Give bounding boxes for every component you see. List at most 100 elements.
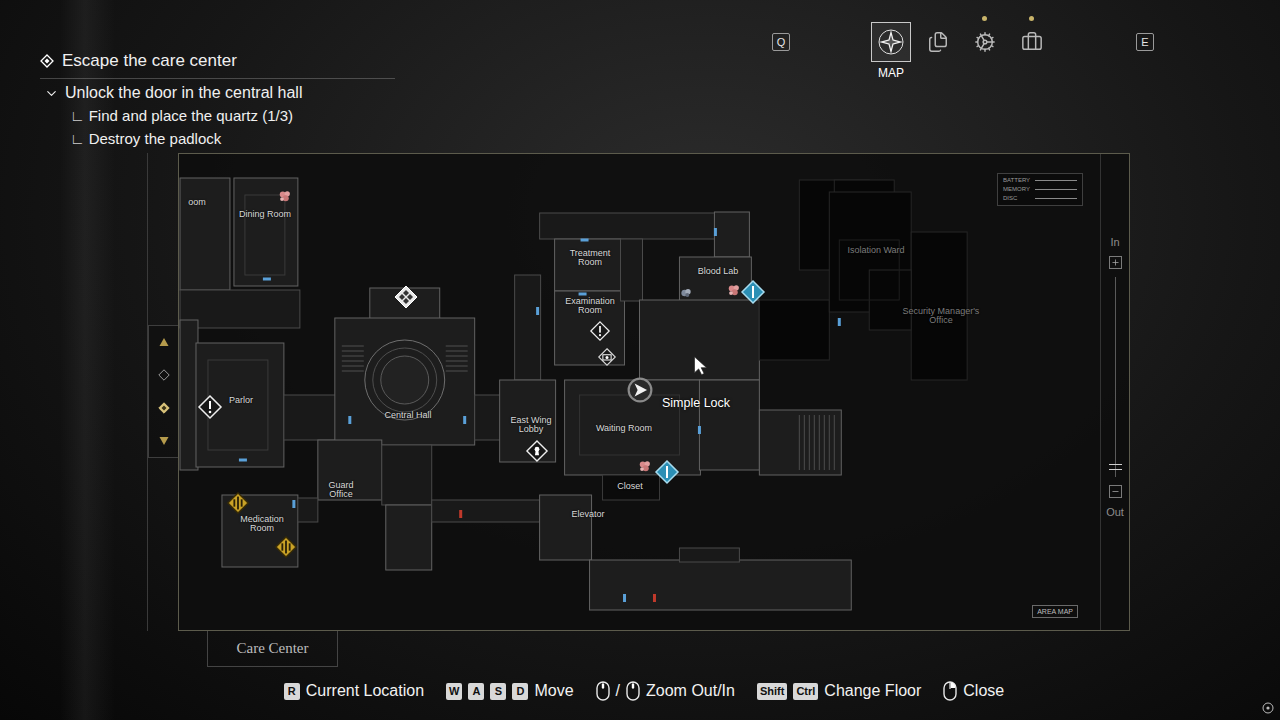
room-label: Waiting Room bbox=[596, 424, 652, 433]
control-hint: R Current Location bbox=[284, 682, 424, 700]
hazard-icon[interactable] bbox=[275, 536, 297, 558]
objective-title: Escape the care center bbox=[40, 50, 395, 79]
room-label: East Wing Lobby bbox=[509, 416, 553, 435]
door bbox=[536, 307, 539, 315]
control-hint: Shift Ctrl Change Floor bbox=[757, 682, 921, 700]
menu-tab[interactable] bbox=[965, 22, 1005, 80]
door bbox=[263, 278, 271, 281]
zoom-handle[interactable] bbox=[1109, 464, 1122, 470]
room-label: oom bbox=[188, 198, 206, 207]
notify-dot bbox=[982, 16, 987, 21]
room-label: Isolation Ward bbox=[847, 246, 904, 255]
room-label: Guard Office bbox=[323, 481, 359, 500]
zoom-slider[interactable] bbox=[1115, 277, 1116, 477]
door bbox=[463, 416, 466, 424]
plus-icon bbox=[1111, 258, 1120, 267]
room-label: Treatment Room bbox=[565, 249, 615, 268]
objective-icon[interactable] bbox=[741, 280, 765, 304]
alert-icon[interactable] bbox=[590, 321, 610, 341]
current-floor-icon bbox=[158, 402, 170, 414]
item-icon[interactable] bbox=[725, 281, 743, 299]
device-icon[interactable] bbox=[598, 348, 616, 366]
door bbox=[239, 459, 247, 462]
key-cap: D bbox=[512, 683, 528, 700]
room-label: Medication Room bbox=[237, 515, 287, 534]
door bbox=[579, 293, 587, 296]
menu-tab[interactable]: MAP bbox=[871, 22, 911, 80]
control-label: Close bbox=[963, 682, 1004, 700]
floor-selector bbox=[148, 325, 178, 458]
zoom-in-button[interactable] bbox=[1109, 256, 1122, 269]
key-cap: Ctrl bbox=[793, 683, 818, 700]
objective-icon[interactable] bbox=[655, 460, 679, 484]
control-label: Current Location bbox=[306, 682, 424, 700]
legend-row: MEMORY bbox=[1003, 186, 1077, 193]
objective-task[interactable]: Unlock the door in the central hall bbox=[40, 82, 440, 104]
map-canvas[interactable]: oom Dining Room Treatment Room Examination … bbox=[179, 154, 1100, 630]
case-icon bbox=[1021, 31, 1043, 53]
control-label: Move bbox=[534, 682, 573, 700]
compass-icon bbox=[877, 28, 905, 56]
door bbox=[838, 318, 841, 326]
menu-tab[interactable] bbox=[1012, 22, 1052, 80]
room-label: Blood Lab bbox=[698, 267, 739, 276]
map-screen: Escape the care center Unlock the door in… bbox=[0, 0, 1280, 720]
controls-bar: RCurrent LocationWASDMove/Zoom Out/InShi… bbox=[0, 681, 1280, 701]
minus-icon bbox=[1111, 487, 1120, 496]
room-label: Parlor bbox=[229, 396, 253, 405]
map-row: oom Dining Room Treatment Room Examination … bbox=[147, 153, 1131, 631]
area-name: Care Center bbox=[207, 631, 338, 667]
locked-door bbox=[653, 594, 656, 602]
control-hint: WASDMove bbox=[446, 682, 574, 700]
key-cap: A bbox=[468, 683, 484, 700]
objective-subtask: ∟Destroy the padlock bbox=[40, 127, 440, 150]
legend-row: DISC bbox=[1003, 195, 1077, 202]
legend-row: BATTERY bbox=[1003, 177, 1077, 184]
cursor-icon[interactable] bbox=[692, 356, 712, 376]
alert-icon[interactable] bbox=[198, 395, 222, 419]
wheel-down-icon bbox=[596, 681, 610, 701]
floor-icon bbox=[158, 369, 170, 381]
gear-icon bbox=[974, 31, 996, 53]
zoom-out-label: Out bbox=[1106, 506, 1124, 518]
map-panel: oom Dining Room Treatment Room Examination … bbox=[178, 153, 1130, 631]
door bbox=[623, 594, 626, 602]
control-label: Zoom Out/In bbox=[646, 682, 735, 700]
prev-tab-key[interactable]: Q bbox=[772, 33, 790, 51]
target-icon bbox=[1262, 702, 1274, 714]
menu-tabs: Q MAP E bbox=[772, 0, 1280, 153]
floor-button[interactable] bbox=[156, 334, 172, 350]
zoom-out-button[interactable] bbox=[1109, 485, 1122, 498]
item-icon[interactable] bbox=[276, 187, 294, 205]
room-label: Elevator bbox=[571, 510, 604, 519]
files-icon bbox=[927, 31, 949, 53]
floor-button[interactable] bbox=[156, 433, 172, 449]
hazard-icon[interactable] bbox=[227, 492, 249, 514]
floor-button[interactable] bbox=[156, 400, 172, 416]
room-label: Security Manager's Office bbox=[901, 307, 981, 326]
door bbox=[348, 416, 351, 424]
loot-icon[interactable] bbox=[678, 285, 694, 301]
map-legend: BATTERY MEMORY DISC bbox=[997, 173, 1083, 206]
chevron-down-icon bbox=[44, 86, 59, 101]
item-icon[interactable] bbox=[636, 457, 654, 475]
save-icon[interactable] bbox=[394, 285, 418, 309]
key-cap: Shift bbox=[757, 683, 787, 700]
tab-group: MAP bbox=[871, 22, 1052, 80]
control-label: Change Floor bbox=[824, 682, 921, 700]
room-label: Examination Room bbox=[560, 297, 620, 316]
objective-subtask: ∟Find and place the quartz (1/3) bbox=[40, 104, 440, 127]
up-arrow-icon bbox=[159, 337, 169, 347]
header: Escape the care center Unlock the door in… bbox=[0, 0, 1280, 153]
objective-icon bbox=[40, 54, 54, 68]
key-cap: R bbox=[284, 683, 300, 700]
player-icon[interactable] bbox=[627, 377, 653, 403]
room-label: Dining Room bbox=[239, 210, 291, 219]
door bbox=[292, 500, 295, 508]
next-tab-key[interactable]: E bbox=[1136, 33, 1154, 51]
door bbox=[698, 426, 701, 434]
menu-tab[interactable] bbox=[918, 22, 958, 80]
key-cap: S bbox=[490, 683, 506, 700]
floor-button[interactable] bbox=[156, 367, 172, 383]
lock-icon[interactable] bbox=[526, 440, 548, 462]
